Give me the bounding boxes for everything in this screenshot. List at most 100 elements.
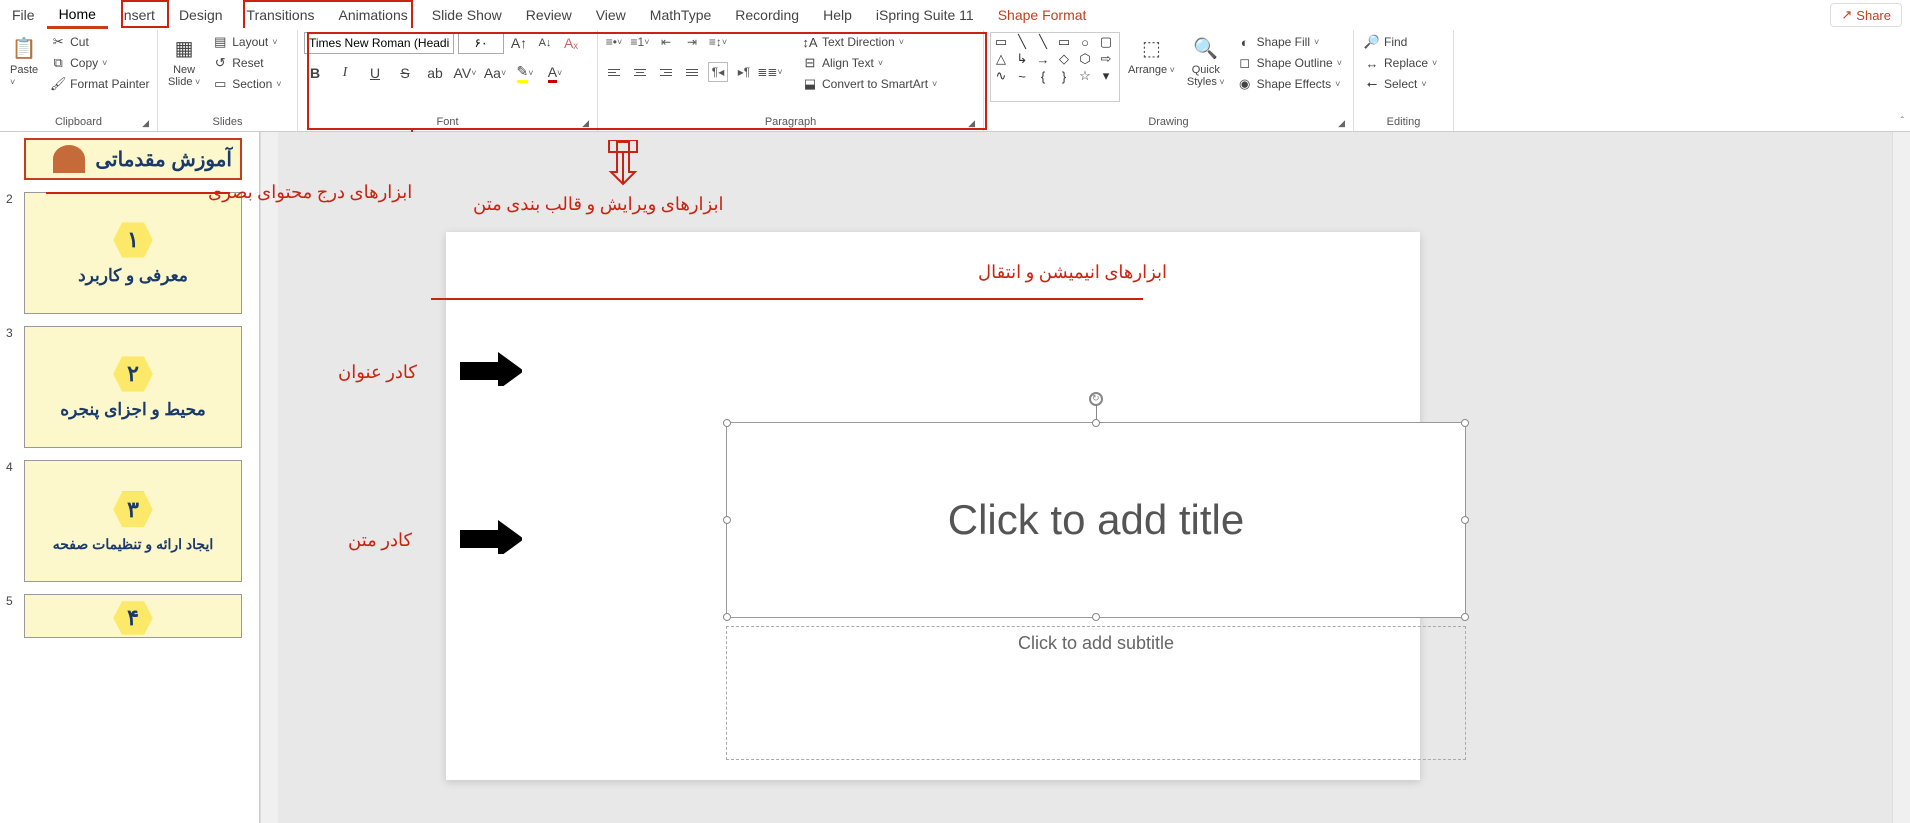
shape-star-icon[interactable]: ☆ — [1077, 69, 1093, 83]
numbering-button[interactable]: ≡1 — [630, 32, 650, 52]
shape-brace2-icon[interactable]: } — [1056, 69, 1072, 83]
tab-review[interactable]: Review — [514, 1, 584, 29]
decrease-indent-button[interactable]: ⇤ — [656, 32, 676, 52]
replace-button[interactable]: ↔Replace — [1360, 53, 1441, 73]
slide-thumb-5[interactable]: ۴ — [24, 594, 242, 638]
format-painter-button[interactable]: 🖌Format Painter — [46, 74, 153, 94]
italic-button[interactable]: I — [334, 62, 356, 84]
strikethrough-button[interactable]: S — [394, 62, 416, 84]
align-center-button[interactable] — [630, 62, 650, 82]
arrange-button[interactable]: ⬚ Arrange — [1124, 32, 1179, 78]
share-button[interactable]: Share — [1830, 3, 1902, 27]
tab-mathtype[interactable]: MathType — [638, 1, 723, 29]
resize-handle-se[interactable] — [1461, 613, 1469, 621]
tab-shape-format[interactable]: Shape Format — [986, 1, 1099, 29]
shape-effects-button[interactable]: ◉Shape Effects — [1233, 74, 1346, 94]
tab-slideshow[interactable]: Slide Show — [420, 1, 514, 29]
shape-curve-icon[interactable]: ∿ — [993, 69, 1009, 83]
shape-hex-icon[interactable]: ⬡ — [1077, 52, 1093, 66]
thumb-row-4[interactable]: 4 ۳ ایجاد ارائه و تنظیمات صفحه — [0, 458, 259, 592]
thumb-row-5[interactable]: 5 ۴ — [0, 592, 259, 648]
slide-thumb-4[interactable]: ۳ ایجاد ارائه و تنظیمات صفحه — [24, 460, 242, 582]
reset-button[interactable]: ↺Reset — [208, 53, 285, 73]
decrease-font-icon[interactable]: A↓ — [534, 32, 556, 54]
shape-arrowblk-icon[interactable]: ⇨ — [1098, 52, 1114, 66]
shape-free-icon[interactable]: ~ — [1014, 69, 1030, 83]
shape-connector-icon[interactable]: ↳ — [1014, 52, 1030, 66]
slide-thumb-3[interactable]: ۲ محیط و اجزای پنجره — [24, 326, 242, 448]
resize-handle-sw[interactable] — [723, 613, 731, 621]
shape-more-icon[interactable]: ▾ — [1098, 69, 1114, 83]
tab-recording[interactable]: Recording — [723, 1, 811, 29]
text-shadow-button[interactable]: ab — [424, 62, 446, 84]
font-size-input[interactable] — [458, 32, 504, 54]
tab-help[interactable]: Help — [811, 1, 864, 29]
thumbnails-scrollbar[interactable] — [260, 132, 278, 823]
cut-button[interactable]: ✂Cut — [46, 32, 153, 52]
new-slide-button[interactable]: ▦ New Slide — [164, 32, 204, 90]
justify-button[interactable] — [682, 62, 702, 82]
shape-oval-icon[interactable]: ○ — [1077, 35, 1093, 49]
bullets-button[interactable]: ≡• — [604, 32, 624, 52]
layout-button[interactable]: ▤Layout — [208, 32, 285, 52]
slide[interactable]: Click to add title Click to add subtitle — [446, 232, 1420, 780]
font-launcher-icon[interactable]: ◢ — [582, 118, 589, 129]
select-button[interactable]: ⭠Select — [1360, 74, 1441, 94]
ltr-button[interactable]: ▸¶ — [734, 62, 754, 82]
align-left-button[interactable] — [604, 62, 624, 82]
shapes-gallery[interactable]: ▭╲╲▭○▢ △↳→◇⬡⇨ ∿~{}☆▾ — [990, 32, 1120, 102]
resize-handle-ne[interactable] — [1461, 419, 1469, 427]
tab-design[interactable]: Design — [167, 1, 235, 29]
shape-textbox-icon[interactable]: ▭ — [993, 35, 1009, 49]
align-right-button[interactable] — [656, 62, 676, 82]
line-spacing-button[interactable]: ≡↕ — [708, 32, 728, 52]
thumb-row-3[interactable]: 3 ۲ محیط و اجزای پنجره — [0, 324, 259, 458]
tab-file[interactable]: File — [0, 1, 47, 29]
highlight-button[interactable]: ✎ — [514, 62, 536, 84]
shape-line-icon[interactable]: ╲ — [1014, 35, 1030, 49]
drawing-launcher-icon[interactable]: ◢ — [1338, 118, 1345, 129]
tab-ispring[interactable]: iSpring Suite 11 — [864, 1, 986, 29]
font-color-button[interactable]: A — [544, 62, 566, 84]
char-spacing-button[interactable]: AV — [454, 62, 476, 84]
tab-insert[interactable]: Insert — [108, 1, 167, 29]
slide-thumb-1[interactable]: آموزش مقدماتی — [24, 138, 242, 180]
slide-thumb-2[interactable]: ۱ معرفی و کاربرد — [24, 192, 242, 314]
shape-line2-icon[interactable]: ╲ — [1035, 35, 1051, 49]
collapse-ribbon-icon[interactable]: ˆ — [1901, 116, 1904, 127]
resize-handle-e[interactable] — [1461, 516, 1469, 524]
shape-brace1-icon[interactable]: { — [1035, 69, 1051, 83]
shape-outline-button[interactable]: ◻Shape Outline — [1233, 53, 1346, 73]
bold-button[interactable]: B — [304, 62, 326, 84]
resize-handle-s[interactable] — [1092, 613, 1100, 621]
shape-arrow-icon[interactable]: → — [1035, 52, 1051, 66]
tab-view[interactable]: View — [584, 1, 638, 29]
text-direction-button[interactable]: ↕AText Direction — [798, 32, 941, 52]
canvas-scrollbar[interactable] — [1892, 132, 1910, 823]
resize-handle-nw[interactable] — [723, 419, 731, 427]
subtitle-placeholder[interactable]: Click to add subtitle — [726, 626, 1466, 760]
tab-home[interactable]: Home — [47, 1, 108, 29]
change-case-button[interactable]: Aa — [484, 62, 506, 84]
title-placeholder[interactable]: Click to add title — [726, 422, 1466, 618]
quick-styles-button[interactable]: 🔍 Quick Styles — [1183, 32, 1229, 90]
shape-triangle-icon[interactable]: △ — [993, 52, 1009, 66]
increase-indent-button[interactable]: ⇥ — [682, 32, 702, 52]
rotate-handle-icon[interactable] — [1089, 392, 1103, 406]
columns-button[interactable]: ≣≣ — [760, 62, 780, 82]
paragraph-launcher-icon[interactable]: ◢ — [968, 118, 975, 129]
copy-button[interactable]: ⧉Copy — [46, 53, 153, 73]
clear-formatting-icon[interactable]: Aₓ — [560, 32, 582, 54]
increase-font-icon[interactable]: A↑ — [508, 32, 530, 54]
find-button[interactable]: 🔎Find — [1360, 32, 1441, 52]
shape-fill-button[interactable]: ◐Shape Fill — [1233, 32, 1346, 52]
thumb-row-2[interactable]: 2 ۱ معرفی و کاربرد — [0, 190, 259, 324]
tab-transitions[interactable]: Transitions — [235, 1, 327, 29]
section-button[interactable]: ▭Section — [208, 74, 285, 94]
resize-handle-w[interactable] — [723, 516, 731, 524]
convert-smartart-button[interactable]: ⬓Convert to SmartArt — [798, 74, 941, 94]
paste-button[interactable]: 📋 Paste — [6, 32, 42, 90]
underline-button[interactable]: U — [364, 62, 386, 84]
shape-rect-icon[interactable]: ▭ — [1056, 35, 1072, 49]
clipboard-launcher-icon[interactable]: ◢ — [142, 118, 149, 129]
